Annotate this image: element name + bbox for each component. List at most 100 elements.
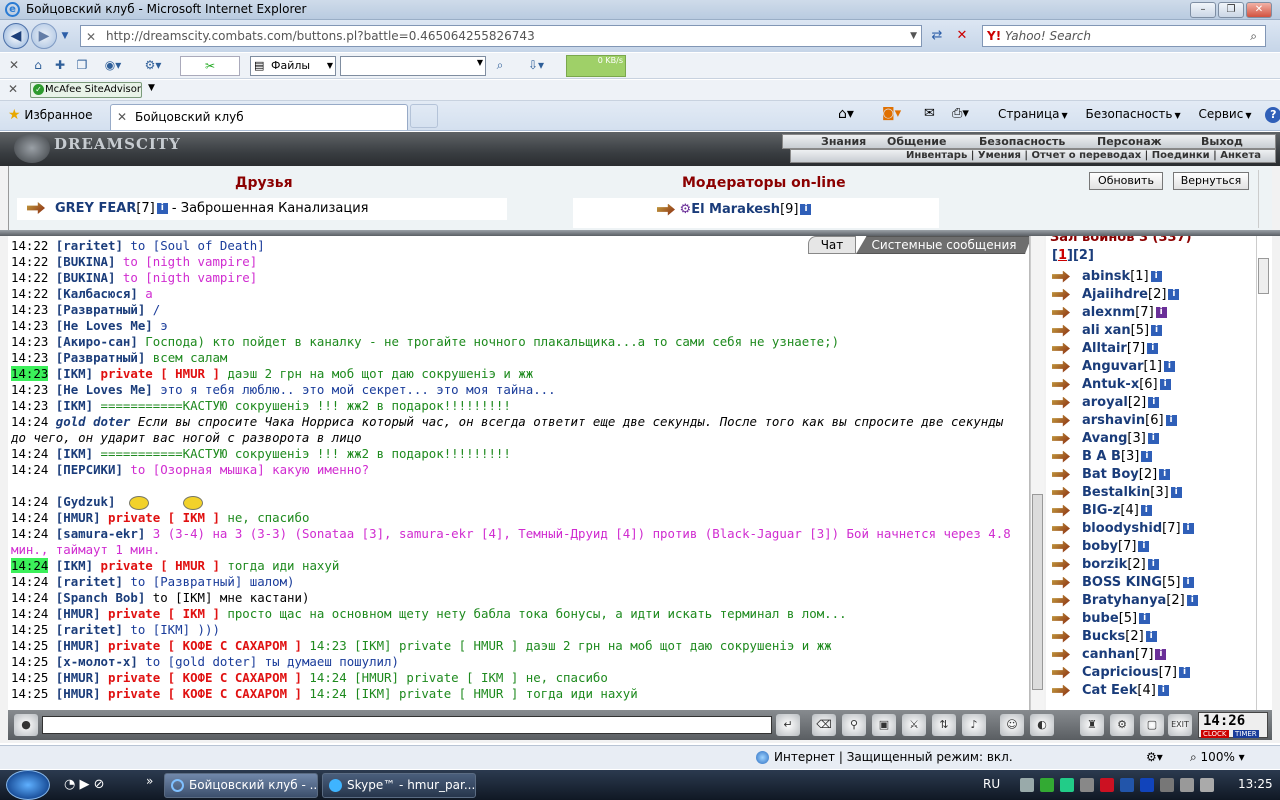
user-row[interactable]: boby[7] i xyxy=(1052,538,1252,556)
globe-dropdown-icon[interactable]: ◉▾ xyxy=(96,56,130,76)
sound-icon[interactable]: ♪ xyxy=(962,714,986,736)
mcafee-dropdown-icon[interactable]: ▼ xyxy=(148,83,155,93)
message-nick[interactable]: [raritet] xyxy=(56,574,123,589)
user-row[interactable]: canhan[7] i xyxy=(1052,646,1252,664)
private-arrow-icon[interactable] xyxy=(1052,342,1070,355)
zoom-level[interactable]: ⌕ 100% ▾ xyxy=(1190,750,1245,765)
message-nick[interactable]: [IKM] xyxy=(56,446,93,461)
user-row[interactable]: Bratyhanya[2] i xyxy=(1052,592,1252,610)
mcafee-siteadvisor-button[interactable]: ✓ McAfee SiteAdvisor xyxy=(30,82,142,98)
message-nick[interactable]: [IKM] xyxy=(56,398,93,413)
tool-icon[interactable]: ⌂ xyxy=(28,56,48,76)
game-sub-menu[interactable]: Инвентарь | Умения | Отчет о переводах |… xyxy=(790,149,1276,163)
message-nick[interactable]: [raritet] xyxy=(56,622,123,637)
friend-row[interactable]: GREY FEAR[7] i - Заброшенная Канализация xyxy=(17,198,507,220)
clock-time[interactable]: 13:25 xyxy=(1238,777,1273,791)
info-icon[interactable]: i xyxy=(1138,541,1150,552)
info-icon[interactable]: i xyxy=(800,204,812,215)
user-row[interactable]: B A B[3] i xyxy=(1052,448,1252,466)
private-arrow-icon[interactable] xyxy=(1052,540,1070,553)
message-nick[interactable]: [Spanch Bob] xyxy=(56,590,146,605)
tab-system-messages[interactable]: Системные сообщения xyxy=(856,236,1029,254)
private-arrow-icon[interactable] xyxy=(1052,612,1070,625)
info-icon[interactable]: i xyxy=(1141,451,1153,462)
message-nick[interactable]: [HMUR] xyxy=(56,686,101,701)
user-name[interactable]: canhan xyxy=(1082,647,1135,662)
message-time[interactable]: 14:24 xyxy=(11,526,48,541)
user-name[interactable]: Anguvar xyxy=(1082,359,1144,374)
user-row[interactable]: BOSS KING[5] i xyxy=(1052,574,1252,592)
info-icon[interactable]: i xyxy=(1147,433,1159,444)
plugin-dropdown-icon[interactable]: ⚙▾ xyxy=(136,56,170,76)
user-name[interactable]: Cat Eek xyxy=(1082,683,1137,698)
chat-settings-icon[interactable]: ● xyxy=(14,714,38,736)
user-name[interactable]: alexnm xyxy=(1082,305,1135,320)
menu-exit[interactable]: Выход xyxy=(1201,135,1243,148)
maximize-button[interactable]: ❐ xyxy=(1218,2,1244,18)
message-time[interactable]: 14:23 xyxy=(11,334,48,349)
user-row[interactable]: Bat Boy[2] i xyxy=(1052,466,1252,484)
private-arrow-icon[interactable] xyxy=(657,203,675,216)
user-name[interactable]: Bucks xyxy=(1082,629,1125,644)
history-dropdown-icon[interactable]: ▼ xyxy=(58,26,72,46)
user-row[interactable]: abinsk[1] i xyxy=(1052,268,1252,286)
fight-icon[interactable]: ⚔ xyxy=(902,714,926,736)
private-tag[interactable]: private [ HMUR ] xyxy=(93,366,220,381)
tray-icon[interactable] xyxy=(1080,778,1094,792)
user-name[interactable]: bloodyshid xyxy=(1082,521,1162,536)
message-nick[interactable]: [He Loves Me] xyxy=(56,318,153,333)
user-row[interactable]: borzik[2] i xyxy=(1052,556,1252,574)
user-name[interactable]: Bratyhanya xyxy=(1082,593,1166,608)
toolbar-combo[interactable]: ▼ xyxy=(340,56,486,76)
private-tag[interactable]: private [ IKM ] xyxy=(101,510,220,525)
users-scrollbar[interactable] xyxy=(1256,236,1270,710)
find-icon[interactable]: ⌕ xyxy=(490,56,510,76)
user-name[interactable]: aroyal xyxy=(1082,395,1128,410)
private-arrow-icon[interactable] xyxy=(1052,378,1070,391)
message-time[interactable]: 14:24 xyxy=(11,446,48,461)
message-time[interactable]: 14:23 xyxy=(11,302,48,317)
print-icon[interactable]: ⎙▾ xyxy=(952,106,969,121)
taskbar-skype-window[interactable]: Skype™ - hmur_par... xyxy=(322,773,476,798)
message-time[interactable]: 14:25 xyxy=(11,622,48,637)
message-time[interactable]: 14:22 xyxy=(11,254,48,269)
translit-icon[interactable]: ◐ xyxy=(1030,714,1054,736)
back-button-game[interactable]: Вернуться xyxy=(1173,172,1249,190)
private-arrow-icon[interactable] xyxy=(1052,684,1070,697)
message-time[interactable]: 14:23 xyxy=(11,350,48,365)
private-arrow-icon[interactable] xyxy=(1052,486,1070,499)
info-icon[interactable]: i xyxy=(1165,415,1177,426)
tab-fight-club[interactable]: ✕ Бойцовский клуб xyxy=(110,104,408,130)
info-icon[interactable]: i xyxy=(1159,379,1171,390)
message-time[interactable]: 14:24 xyxy=(11,510,48,525)
info-icon[interactable]: i xyxy=(1168,289,1180,300)
close-addon-icon[interactable]: ✕ xyxy=(8,82,18,96)
message-nick[interactable]: [HMUR] xyxy=(56,670,101,685)
private-arrow-icon[interactable] xyxy=(1052,414,1070,427)
message-nick[interactable]: [raritet] xyxy=(56,238,123,253)
quick-launch-chevron-icon[interactable]: » xyxy=(146,774,153,788)
user-row[interactable]: BIG-z[4] i xyxy=(1052,502,1252,520)
user-name[interactable]: Capricious xyxy=(1082,665,1159,680)
menu-knowledge[interactable]: Знания xyxy=(821,135,866,148)
user-row[interactable]: Bestalkin[3] i xyxy=(1052,484,1252,502)
taskbar-ie-window[interactable]: Бойцовский клуб - ... xyxy=(164,773,318,798)
security-menu[interactable]: Безопасность xyxy=(1086,107,1173,121)
message-nick[interactable]: [Развратный] xyxy=(56,350,146,365)
chat-input[interactable] xyxy=(42,716,772,734)
stop-icon[interactable]: ✕ xyxy=(951,26,973,46)
private-tag[interactable]: private [ КОФЕ С САХАРОМ ] xyxy=(101,686,302,701)
menu-communication[interactable]: Общение xyxy=(887,135,946,148)
security-status-icon[interactable]: ⚙▾ xyxy=(1146,750,1163,764)
info-icon[interactable]: i xyxy=(1170,487,1182,498)
tray-icon[interactable] xyxy=(1100,778,1114,792)
help-icon[interactable]: ? xyxy=(1265,107,1280,123)
message-time[interactable]: 14:24 xyxy=(11,494,48,509)
info-icon[interactable]: i xyxy=(1155,649,1167,660)
message-nick[interactable]: [Калбасюся] xyxy=(56,286,138,301)
files-select[interactable]: ▤ Файлы ▼ xyxy=(250,56,336,76)
quick-launch-icons[interactable]: ◔ ▶ ⊘ xyxy=(64,777,105,792)
private-arrow-icon[interactable] xyxy=(27,202,45,214)
page-2-link[interactable]: 2 xyxy=(1079,248,1088,263)
info-icon[interactable]: i xyxy=(1182,577,1194,588)
